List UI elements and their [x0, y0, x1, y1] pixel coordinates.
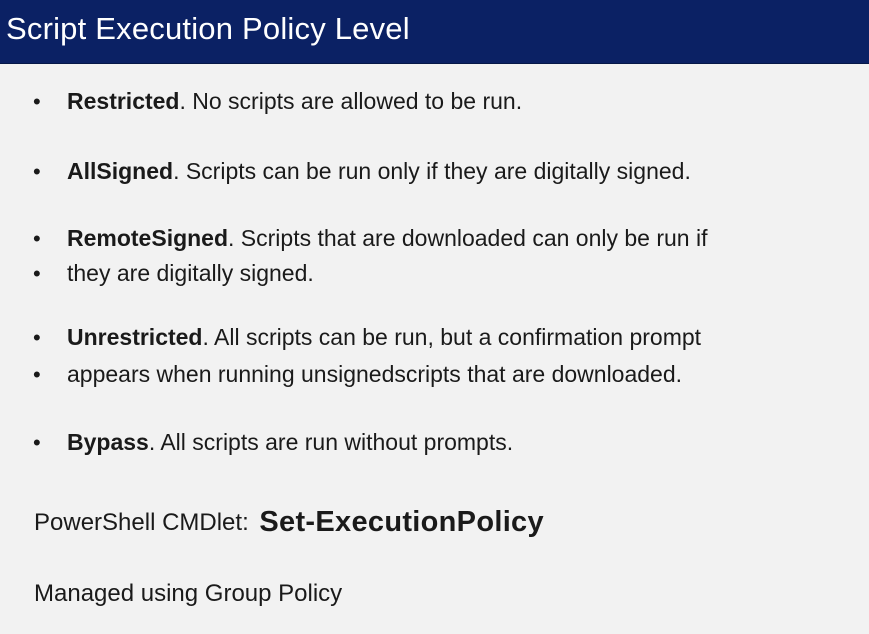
bullet-text: . Scripts that are downloaded can only b… — [228, 225, 708, 251]
slide: Script Execution Policy Level • Restricte… — [0, 0, 869, 634]
bullet-text: appears when running unsignedscripts tha… — [67, 361, 683, 387]
cmdlet-label: PowerShell CMDlet: — [34, 509, 249, 536]
slide-title: Script Execution Policy Level — [6, 11, 410, 46]
bullet-text: . All scripts are run without prompts. — [148, 429, 514, 455]
bullet-text: . All scripts can be run, but a confirma… — [202, 324, 702, 350]
bullet-text: . Scripts can be run only if they are di… — [173, 158, 691, 184]
bullet-term: Unrestricted — [67, 324, 203, 350]
bullet-term: Bypass — [67, 429, 149, 455]
bullet-unrestricted: • Unrestricted. All scripts can be run, b… — [33, 322, 853, 353]
bullet-bypass: • Bypass. All scripts are run without pro… — [33, 427, 853, 458]
bullet-marker: • — [33, 325, 41, 350]
cmdlet-name: Set-ExecutionPolicy — [259, 506, 544, 538]
bullet-unrestricted-continued: • appears when running unsignedscripts th… — [33, 359, 853, 390]
bullet-term: Restricted — [67, 88, 180, 114]
title-bar: Script Execution Policy Level — [0, 0, 869, 64]
bullet-text: they are digitally signed. — [67, 260, 314, 286]
bullet-remotesigned: • RemoteSigned. Scripts that are download… — [33, 223, 853, 254]
bullet-term: RemoteSigned — [67, 225, 229, 251]
bullet-marker: • — [33, 261, 41, 286]
footer-text: Managed using Group Policy — [34, 580, 343, 607]
bullet-marker: • — [33, 226, 41, 251]
bullet-restricted: • Restricted. No scripts are allowed to b… — [33, 86, 853, 117]
bullet-text: . No scripts are allowed to be run. — [179, 88, 523, 114]
bullet-marker: • — [33, 159, 41, 184]
bullet-marker: • — [33, 362, 41, 387]
bullet-term: AllSigned — [67, 158, 174, 184]
bullet-remotesigned-continued: • they are digitally signed. — [33, 258, 853, 289]
bullet-marker: • — [33, 89, 41, 114]
bullet-allsigned: • AllSigned. Scripts can be run only if t… — [33, 156, 853, 187]
cmdlet-line: PowerShell CMDlet: Set-ExecutionPolicy — [34, 505, 544, 540]
bullet-marker: • — [33, 430, 41, 455]
